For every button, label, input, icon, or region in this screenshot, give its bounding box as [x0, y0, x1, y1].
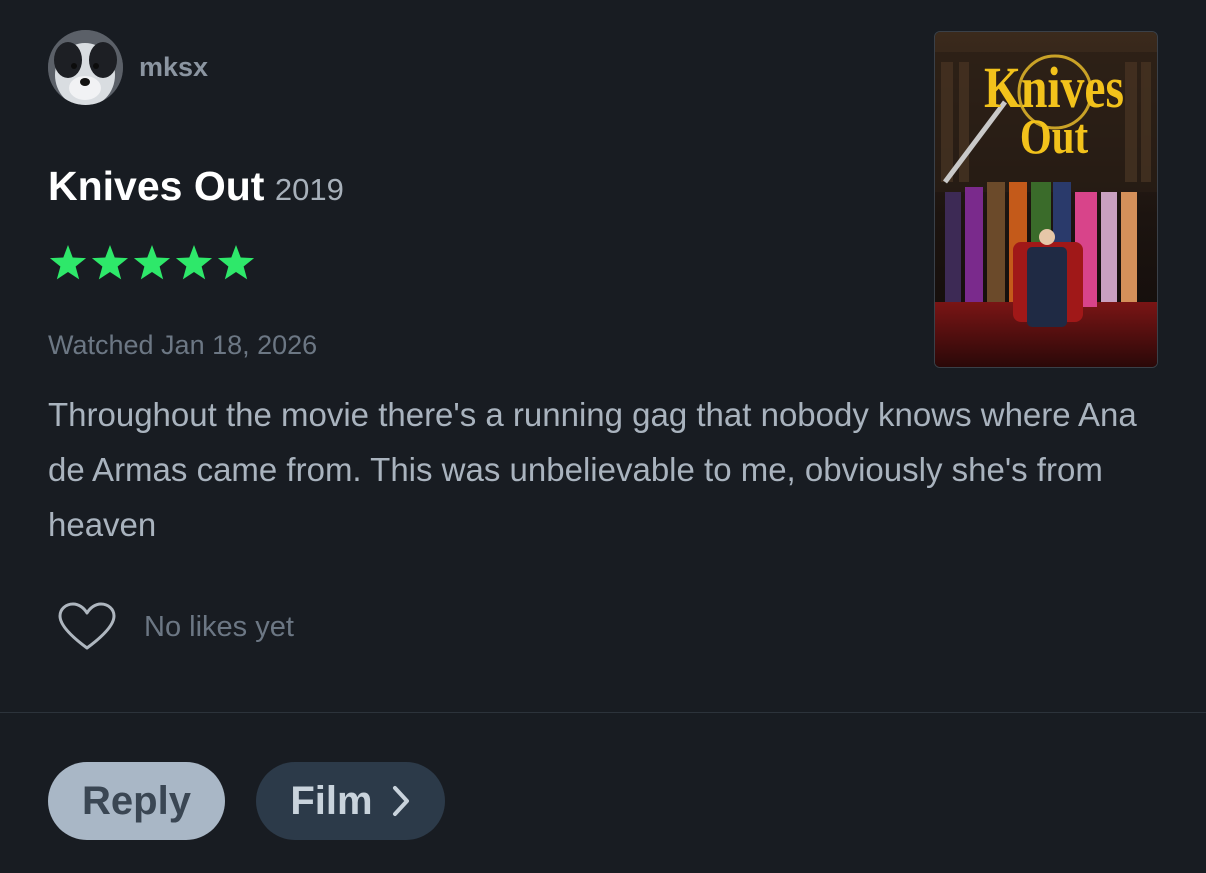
star-rating	[48, 243, 256, 283]
review-text: Throughout the movie there's a running g…	[48, 396, 1137, 543]
star-icon	[49, 245, 87, 280]
dog-avatar-image	[48, 30, 123, 105]
poster-title: Knives Out	[976, 55, 1132, 165]
star-icon	[217, 245, 255, 280]
likes-row: No likes yet	[58, 602, 294, 652]
poster-title-line1: Knives	[983, 55, 1125, 120]
user-avatar[interactable]	[48, 30, 123, 105]
film-button[interactable]: Film	[256, 762, 445, 840]
film-year[interactable]: 2019	[275, 172, 344, 207]
heart-icon[interactable]	[58, 602, 116, 652]
likes-count: No likes yet	[144, 610, 294, 643]
film-title[interactable]: Knives Out	[48, 163, 264, 209]
poster-title-line2: Out	[1019, 108, 1089, 165]
star-icon	[133, 245, 171, 280]
film-title-row: Knives Out 2019	[48, 163, 344, 210]
reply-button[interactable]: Reply	[48, 762, 225, 840]
star-icon	[91, 245, 129, 280]
watched-date: Watched Jan 18, 2026	[48, 330, 318, 360]
film-button-label: Film	[290, 778, 373, 823]
username[interactable]: mksx	[139, 52, 208, 83]
chevron-right-icon	[392, 786, 409, 816]
star-icon	[175, 245, 213, 280]
reply-button-label: Reply	[82, 778, 191, 823]
divider	[0, 712, 1206, 713]
film-poster[interactable]: Knives Out	[934, 31, 1158, 368]
